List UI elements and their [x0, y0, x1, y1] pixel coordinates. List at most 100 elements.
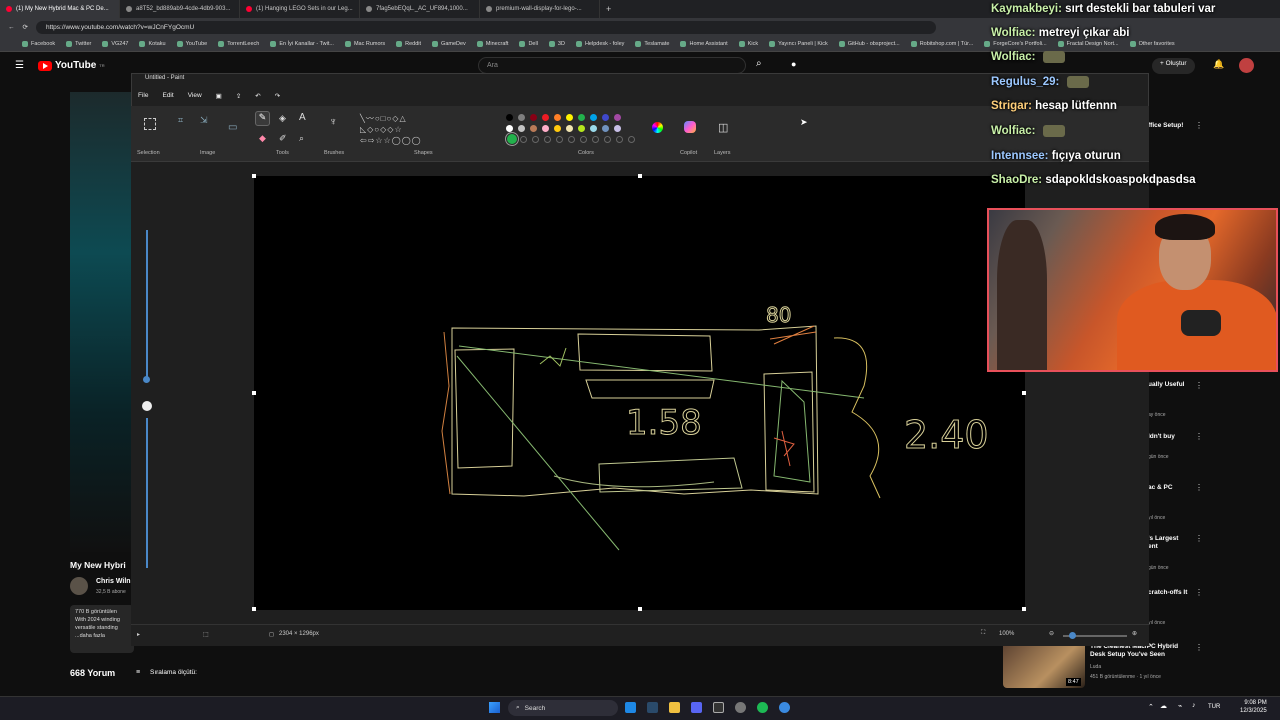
bookmark-item[interactable]: Yayıncı Paneli | Kick [769, 40, 828, 47]
video-description[interactable]: 770 B görüntülen With 2024 winding versa… [70, 605, 134, 653]
color-picker-icon[interactable]: ✐ [279, 133, 287, 144]
url-field[interactable]: https://www.youtube.com/watch?v=wJCnFYgO… [35, 20, 936, 34]
color-swatch[interactable] [530, 125, 537, 132]
color-swatch[interactable] [578, 114, 585, 121]
save-icon[interactable]: ▣ [216, 92, 222, 100]
browser-tab[interactable]: (1) Hanging LEGO Sets in our Leg... [240, 0, 360, 18]
app-icon[interactable] [735, 702, 746, 713]
browser-tab[interactable]: premium-wall-display-for-lego-... [480, 0, 600, 18]
color-swatch[interactable] [614, 125, 621, 132]
browser-tab[interactable]: 7fag5ebEQqL._AC_UF894,1000... [360, 0, 480, 18]
search-icon[interactable]: ⌕ [756, 58, 762, 69]
recommended-title[interactable]: ac & PC [1148, 484, 1173, 492]
bookmark-item[interactable]: Dell [519, 40, 538, 47]
color-swatch[interactable] [578, 125, 585, 132]
browser-tab[interactable]: a8T52_bd889ab9-4cde-4db9-903... [120, 0, 240, 18]
start-icon[interactable] [489, 702, 500, 713]
bookmark-item[interactable]: En İyi Kanallar - Twit... [270, 40, 334, 47]
magnifier-icon[interactable]: ⌕ [299, 133, 304, 144]
custom-color-slot[interactable] [556, 136, 563, 143]
obs-icon[interactable] [713, 702, 724, 713]
cloud-icon[interactable]: ☁ [1160, 702, 1167, 710]
color-swatch[interactable] [602, 114, 609, 121]
bookmark-item[interactable]: Robitshop.com | Tür... [910, 40, 973, 47]
search-input[interactable]: Ara [478, 57, 746, 74]
zoom-out-icon[interactable]: ⊖ [1049, 630, 1054, 637]
channel-avatar[interactable] [70, 577, 88, 595]
color-swatch[interactable] [602, 125, 609, 132]
brush-size-slider[interactable] [146, 230, 148, 380]
color-swatch[interactable] [530, 114, 537, 121]
bookmark-item[interactable]: VG247 [102, 40, 128, 47]
bookmark-item[interactable]: TorrentLeech [218, 40, 259, 47]
more-icon[interactable]: ⋮ [1195, 588, 1203, 597]
custom-color-slot[interactable] [532, 136, 539, 143]
crop-icon[interactable]: ⌗ [178, 115, 183, 126]
bookmark-item[interactable]: Home Assistant [680, 40, 728, 47]
bookmark-item[interactable]: Minecraft [476, 40, 508, 47]
menu-icon[interactable]: ☰ [15, 60, 24, 71]
bookmark-item[interactable]: Mac Rumors [344, 40, 385, 47]
menu-edit[interactable]: Edit [162, 92, 173, 100]
bookmark-item[interactable]: Kotaku [139, 40, 166, 47]
custom-color-slot[interactable] [604, 136, 611, 143]
tray-overflow-icon[interactable]: ⌃ [1148, 703, 1154, 711]
recommended-title[interactable]: cratch-offs It [1148, 589, 1187, 597]
color-swatch[interactable] [590, 114, 597, 121]
fill-icon[interactable]: ◈ [279, 113, 286, 124]
back-icon[interactable]: ← [8, 24, 15, 31]
edit-colors-icon[interactable] [652, 122, 663, 133]
more-icon[interactable]: ⋮ [1195, 534, 1203, 543]
more-icon[interactable]: ⋮ [1195, 643, 1203, 652]
menu-view[interactable]: View [188, 92, 202, 100]
recommended-title[interactable]: ldn't buy [1148, 433, 1175, 441]
color-swatch[interactable] [518, 125, 525, 132]
brush-icon[interactable]: ♆ [329, 116, 337, 128]
color-swatch[interactable] [566, 125, 573, 132]
edge-icon[interactable] [625, 702, 636, 713]
bookmark-item[interactable]: Helpdesk - foley [575, 40, 624, 47]
color-swatch[interactable] [614, 114, 621, 121]
avatar[interactable] [1239, 58, 1254, 73]
pencil-icon[interactable]: ✎ [255, 111, 270, 126]
resize-handle[interactable] [1022, 391, 1026, 395]
color-swatch[interactable] [518, 114, 525, 121]
recommended-title[interactable]: 's Largest ent [1148, 535, 1178, 552]
color-swatch[interactable] [506, 125, 513, 132]
selection-icon[interactable] [144, 118, 156, 130]
color-swatch[interactable] [566, 114, 573, 121]
share-icon[interactable]: ⇪ [236, 92, 241, 100]
bookmark-item[interactable]: GameDev [432, 40, 466, 47]
bookmark-item[interactable]: Teslamate [635, 40, 669, 47]
youtube-logo[interactable]: YouTube TR [38, 60, 105, 71]
mic-icon[interactable]: ● [791, 59, 796, 69]
bookmark-item[interactable]: Reddit [396, 40, 421, 47]
bookmark-item[interactable]: Twitter [66, 40, 91, 47]
taskbar-search[interactable]: ⌕ Search [508, 700, 618, 716]
resize-handle[interactable] [1022, 607, 1026, 611]
spotify-icon[interactable] [757, 702, 768, 713]
undo-icon[interactable]: ↶ [255, 92, 260, 100]
sort-button[interactable]: Sıralama ölçütü: [150, 669, 197, 676]
color-swatch[interactable] [554, 114, 561, 121]
color-swatch[interactable] [542, 114, 549, 121]
text-icon[interactable]: A [299, 112, 306, 123]
color-swatch[interactable] [542, 125, 549, 132]
custom-color-slot[interactable] [544, 136, 551, 143]
zoom-level[interactable]: 100% [999, 631, 1014, 637]
resize-handle[interactable] [638, 607, 642, 611]
steam-icon[interactable] [647, 702, 658, 713]
reload-icon[interactable]: ⟳ [23, 23, 28, 31]
bookmark-item[interactable]: Other favorites [1129, 40, 1175, 47]
eraser-icon[interactable]: ◆ [259, 133, 266, 144]
custom-color-slot[interactable] [628, 136, 635, 143]
language-indicator[interactable]: TUR [1208, 704, 1220, 710]
zoom-in-icon[interactable]: ⊕ [1132, 630, 1137, 637]
browser-tab[interactable]: (1) My New Hybrid Mac & PC De... [0, 0, 120, 18]
custom-color-slot[interactable] [520, 136, 527, 143]
redo-icon[interactable]: ↷ [275, 92, 280, 100]
video-player[interactable] [70, 92, 132, 552]
bell-icon[interactable]: 🔔 [1213, 59, 1224, 70]
resize-handle[interactable] [638, 174, 642, 178]
paint-taskbar-icon[interactable] [779, 702, 790, 713]
